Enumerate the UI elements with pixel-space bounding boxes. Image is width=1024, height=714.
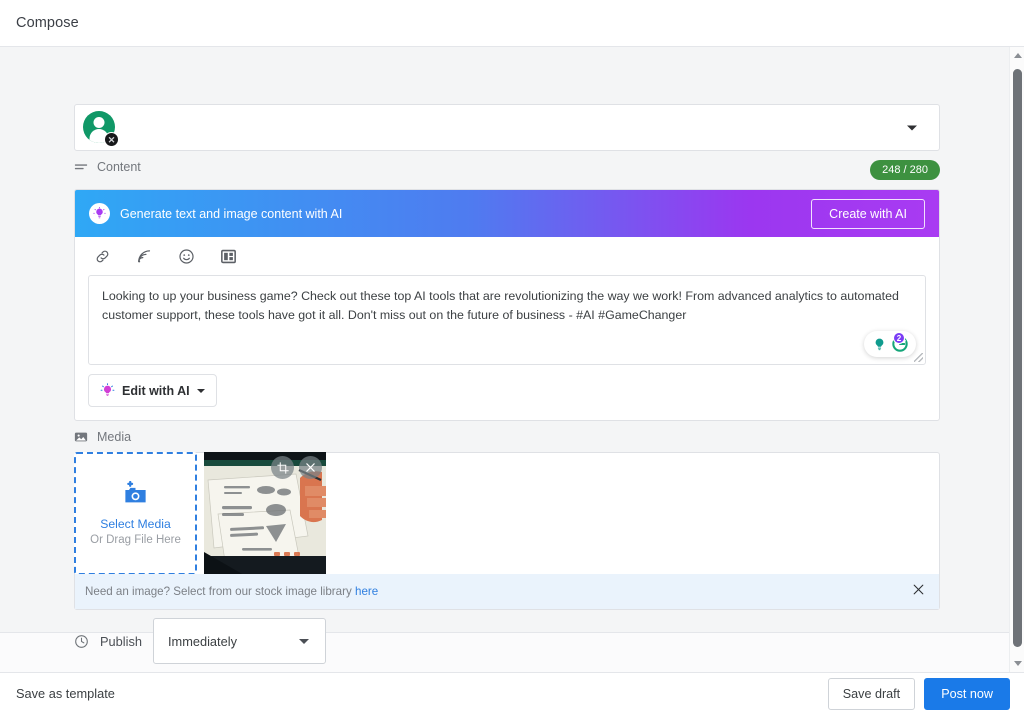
publish-label: Publish [100, 633, 142, 649]
select-media-label: Select Media [100, 517, 171, 531]
ai-banner-text: Generate text and image content with AI [120, 206, 343, 221]
thumbnail-actions [271, 456, 322, 479]
bottom-action-bar: Save as template Save draft Post now [0, 672, 1024, 714]
avatar-head [93, 116, 105, 128]
media-section-header: Media [74, 430, 131, 444]
content-card: Generate text and image content with AI … [74, 189, 940, 421]
save-as-template-link[interactable]: Save as template [16, 686, 115, 701]
remove-account-badge-icon[interactable]: ✕ [104, 131, 119, 147]
bottom-buttons: Save draft Post now [827, 677, 1010, 710]
drag-file-hint: Or Drag File Here [90, 534, 181, 546]
crop-icon[interactable] [271, 456, 294, 479]
media-items-row: Select Media Or Drag File Here [74, 452, 939, 575]
close-icon[interactable] [299, 456, 322, 479]
post-text-content[interactable]: Looking to up your business game? Check … [89, 276, 935, 325]
content-lines-icon [74, 164, 88, 170]
emoji-icon[interactable] [178, 248, 195, 265]
media-card: Select Media Or Drag File Here Need an i… [74, 452, 940, 610]
close-icon[interactable] [912, 583, 925, 601]
media-image-icon [74, 432, 88, 442]
chevron-down-icon [196, 388, 205, 393]
media-label: Media [97, 430, 132, 444]
select-media-dropzone[interactable]: Select Media Or Drag File Here [74, 452, 197, 575]
chevron-down-icon[interactable] [907, 125, 917, 130]
stock-library-message: Need an image? Select from our stock ima… [85, 585, 352, 598]
camera-add-icon [125, 481, 146, 503]
scrollbar-thumb[interactable] [1013, 69, 1022, 647]
compose-window: Compose ✕ Content 248 / 280 Generate tex… [0, 0, 1024, 714]
post-now-button[interactable]: Post now [924, 677, 1010, 710]
save-draft-button[interactable]: Save draft [827, 677, 916, 710]
clock-icon [75, 634, 88, 648]
compose-scroll-region: ✕ Content 248 / 280 Generate text and im… [0, 47, 1009, 672]
link-icon[interactable] [94, 248, 111, 265]
ai-lightbulb-icon [89, 203, 110, 224]
publish-time-value: Immediately [167, 633, 237, 649]
chevron-down-icon [298, 638, 309, 644]
stock-library-text: Need an image? Select from our stock ima… [85, 585, 378, 598]
content-section-header: Content 248 / 280 [74, 160, 940, 180]
edit-ai-lightbulb-icon [100, 383, 115, 396]
edit-with-ai-label: Edit with AI [122, 383, 190, 398]
ai-promo-banner: Generate text and image content with AI … [75, 190, 939, 237]
character-counter: 248 / 280 [870, 160, 940, 180]
avatar: ✕ [83, 110, 119, 147]
account-selector[interactable]: ✕ [74, 104, 940, 151]
template-layout-icon[interactable] [220, 248, 237, 265]
create-with-ai-button[interactable]: Create with AI [811, 198, 925, 229]
scroll-down-arrow-icon[interactable] [1010, 655, 1024, 672]
stock-library-banner: Need an image? Select from our stock ima… [75, 574, 939, 609]
edit-with-ai-button[interactable]: Edit with AI [88, 374, 217, 407]
stock-library-link[interactable]: here [355, 585, 378, 598]
publish-row: Publish Immediately [74, 618, 326, 664]
uploaded-image-thumbnail[interactable] [204, 452, 326, 575]
publish-time-select[interactable]: Immediately [152, 618, 326, 664]
window-titlebar: Compose [0, 0, 1024, 47]
rss-feed-icon[interactable] [136, 248, 153, 265]
content-label: Content [97, 160, 141, 174]
page-title: Compose [16, 15, 79, 31]
post-text-editor[interactable]: Looking to up your business game? Check … [88, 275, 926, 365]
scroll-up-arrow-icon[interactable] [1010, 47, 1024, 64]
vertical-scrollbar[interactable] [1009, 47, 1024, 672]
grammarly-suggestion-count: 2 [893, 332, 905, 344]
editor-resize-handle[interactable] [914, 353, 923, 362]
assistant-bulb-icon[interactable] [872, 337, 887, 352]
editor-toolbar [75, 237, 939, 275]
grammarly-widget[interactable]: 2 [864, 331, 916, 357]
